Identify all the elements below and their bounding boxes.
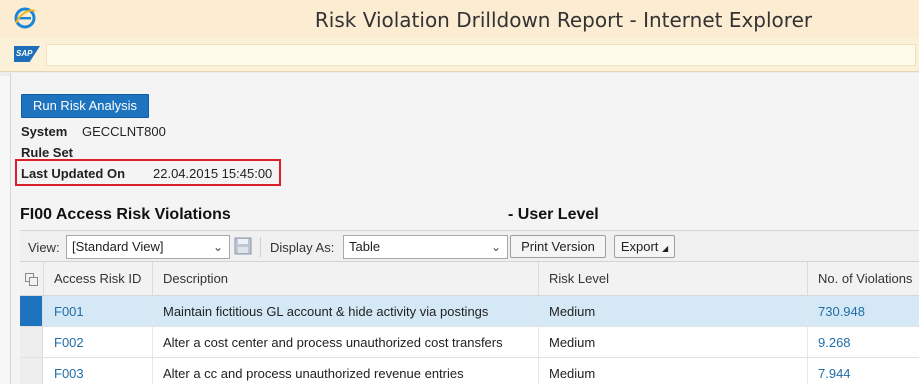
highlight-annotation	[15, 159, 281, 186]
row-selector[interactable]	[20, 296, 43, 326]
chevron-down-icon: ⌄	[490, 240, 501, 254]
section-level: - User Level	[508, 206, 599, 223]
run-risk-analysis-button[interactable]: Run Risk Analysis	[21, 94, 149, 118]
rule-set-label: Rule Set	[21, 145, 74, 160]
column-header-risk-id[interactable]: Access Risk ID	[44, 262, 153, 296]
display-as-label: Display As:	[270, 240, 335, 255]
table-header: Access Risk ID Description Risk Level No…	[20, 262, 919, 296]
dropdown-corner-icon: ◢	[662, 244, 669, 253]
table-row[interactable]: F003 Alter a cc and process unauthorized…	[20, 358, 919, 384]
window-titlebar: Risk Violation Drilldown Report - Intern…	[0, 0, 919, 38]
violations-count-link[interactable]: 730.948	[808, 296, 919, 327]
risk-level-cell: Medium	[539, 358, 808, 384]
description-cell: Alter a cc and process unauthorized reve…	[153, 358, 539, 384]
violations-count-link[interactable]: 7.944	[808, 358, 919, 384]
description-cell: Maintain fictitious GL account & hide ac…	[153, 296, 539, 327]
column-header-risk-level[interactable]: Risk Level	[539, 262, 808, 296]
description-cell: Alter a cost center and process unauthor…	[153, 327, 539, 358]
chevron-down-icon: ⌄	[212, 240, 223, 254]
save-view-icon[interactable]	[234, 237, 252, 255]
risk-level-cell: Medium	[539, 296, 808, 327]
risk-id-link[interactable]: F001	[44, 296, 153, 327]
select-all-cell[interactable]	[20, 262, 44, 296]
print-version-button[interactable]: Print Version	[510, 235, 606, 258]
violations-count-link[interactable]: 9.268	[808, 327, 919, 358]
table-row[interactable]: F002 Alter a cost center and process una…	[20, 327, 919, 358]
row-selector[interactable]	[20, 358, 43, 384]
risk-id-link[interactable]: F003	[44, 358, 153, 384]
sap-logo: SAP	[14, 46, 40, 62]
system-value: GECCLNT800	[82, 124, 166, 139]
risk-id-link[interactable]: F002	[44, 327, 153, 358]
risk-level-cell: Medium	[539, 327, 808, 358]
table-row[interactable]: F001 Maintain fictitious GL account & hi…	[20, 296, 919, 327]
column-header-description[interactable]: Description	[153, 262, 539, 296]
table-toolbar: View: [Standard View] ⌄ Display As: Tabl…	[20, 230, 919, 262]
select-all-icon	[25, 273, 38, 286]
system-label: System	[21, 124, 68, 139]
window-title: Risk Violation Drilldown Report - Intern…	[314, 8, 813, 32]
sap-header-bar: SAP	[0, 38, 919, 72]
column-header-violations[interactable]: No. of Violations	[808, 262, 919, 296]
sap-header-area	[46, 44, 916, 66]
display-as-select[interactable]: Table ⌄	[343, 235, 508, 259]
view-label: View:	[28, 240, 60, 255]
section-title: FI00 Access Risk Violations	[20, 206, 231, 223]
view-select[interactable]: [Standard View] ⌄	[66, 235, 230, 259]
row-selector[interactable]	[20, 327, 43, 357]
export-button[interactable]: Export ◢	[614, 235, 675, 258]
